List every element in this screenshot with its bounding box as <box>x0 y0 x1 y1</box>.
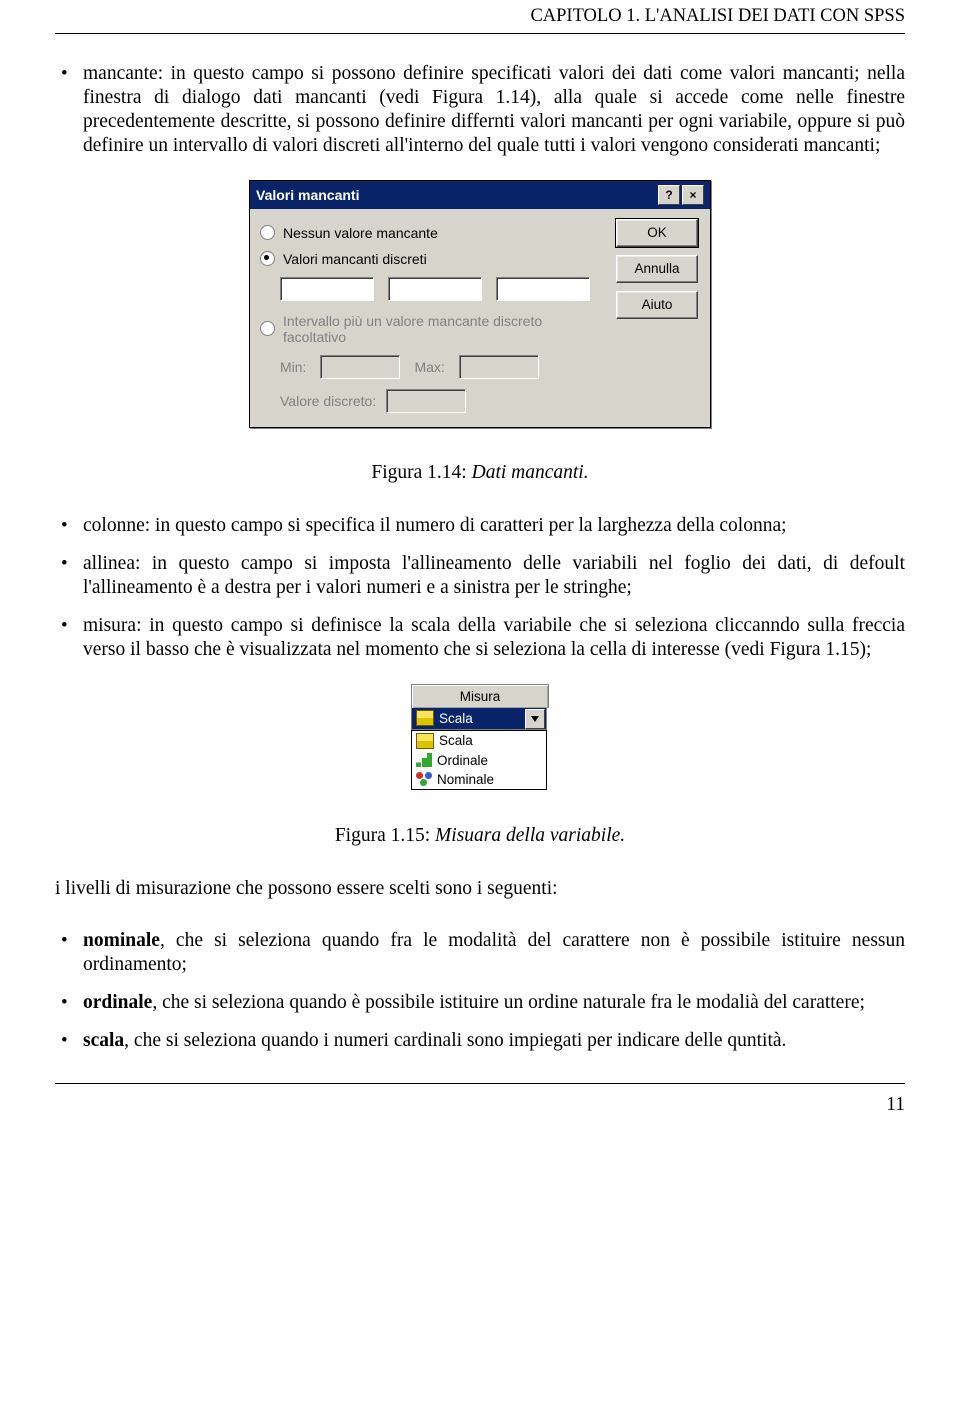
option-label: Nominale <box>437 772 494 787</box>
radio-icon <box>260 225 275 240</box>
option-nominale[interactable]: Nominale <box>412 770 546 789</box>
radio-no-missing[interactable]: Nessun valore mancante <box>260 225 600 241</box>
discrete-extra-input <box>386 389 466 413</box>
caption-prefix: Figura 1.14: <box>371 462 471 483</box>
cancel-button[interactable]: Annulla <box>616 255 698 283</box>
radio-label: Valori mancanti discreti <box>283 251 427 267</box>
term-rest: , che si seleziona quando fra le modalit… <box>83 930 905 975</box>
list-item: ordinale, che si seleziona quando è poss… <box>55 991 905 1015</box>
caption-text: Dati mancanti. <box>472 462 589 483</box>
ruler-icon <box>416 733 434 749</box>
dropdown-button[interactable] <box>525 709 545 729</box>
term-rest: , che si seleziona quando i numeri cardi… <box>124 1030 786 1051</box>
list-item: nominale, che si seleziona quando fra le… <box>55 929 905 977</box>
max-label: Max: <box>414 359 444 375</box>
close-icon[interactable]: × <box>682 185 704 205</box>
ruler-icon <box>416 710 434 726</box>
radio-icon <box>260 251 275 266</box>
discrete-value-2-input[interactable] <box>388 277 482 301</box>
term-rest: , che si seleziona quando è possibile is… <box>152 992 865 1013</box>
page-number: 11 <box>55 1084 905 1116</box>
caption-prefix: Figura 1.15: <box>335 825 435 846</box>
option-scala[interactable]: Scala <box>412 731 546 751</box>
radio-label: Nessun valore mancante <box>283 225 438 241</box>
figure-missing-values-dialog: Valori mancanti ? × Nessun valore mancan… <box>55 180 905 428</box>
paragraph-levels-intro: i livelli di misurazione che possono ess… <box>55 877 905 901</box>
list-item: mancante: in questo campo si possono def… <box>55 62 905 158</box>
help-icon[interactable]: ? <box>658 185 680 205</box>
option-label: Scala <box>439 733 473 748</box>
term-ordinale: ordinale <box>83 992 152 1013</box>
categories-icon <box>416 772 432 786</box>
caption-text: Misuara della variabile. <box>435 825 625 846</box>
ok-button[interactable]: OK <box>616 219 698 247</box>
selected-value: Scala <box>439 711 473 726</box>
dialog-title: Valori mancanti <box>256 187 359 203</box>
measure-cell-selected[interactable]: Scala <box>411 708 547 730</box>
measure-dropdown-list: Scala Ordinale Nominale <box>411 730 547 790</box>
list-item: allinea: in questo campo si imposta l'al… <box>55 552 905 600</box>
radio-range-missing[interactable]: Intervallo più un valore mancante discre… <box>260 313 600 345</box>
radio-icon <box>260 321 275 336</box>
option-label: Ordinale <box>437 753 488 768</box>
list-item: colonne: in questo campo si specifica il… <box>55 514 905 538</box>
bars-ascending-icon <box>416 753 432 767</box>
radio-label: Intervallo più un valore mancante discre… <box>283 313 600 345</box>
discrete-value-label: Valore discreto: <box>280 393 376 409</box>
figure-caption: Figura 1.14: Dati mancanti. <box>55 462 905 484</box>
column-header-measure[interactable]: Misura <box>411 684 549 708</box>
discrete-value-3-input[interactable] <box>496 277 590 301</box>
help-button[interactable]: Aiuto <box>616 291 698 319</box>
list-item: scala, che si seleziona quando i numeri … <box>55 1029 905 1053</box>
figure-caption: Figura 1.15: Misuara della variabile. <box>55 825 905 847</box>
option-ordinale[interactable]: Ordinale <box>412 751 546 770</box>
chevron-down-icon <box>531 716 539 722</box>
term-scala: scala <box>83 1030 124 1051</box>
list-item: misura: in questo campo si definisce la … <box>55 614 905 662</box>
figure-measure-dropdown: Misura Scala Scala Ordinale <box>55 684 905 792</box>
max-input <box>459 355 539 379</box>
dialog-titlebar[interactable]: Valori mancanti ? × <box>250 181 710 209</box>
min-label: Min: <box>280 359 306 375</box>
running-header: CAPITOLO 1. L'ANALISI DEI DATI CON SPSS <box>55 0 905 34</box>
radio-discrete-missing[interactable]: Valori mancanti discreti <box>260 251 600 267</box>
discrete-value-1-input[interactable] <box>280 277 374 301</box>
min-input <box>320 355 400 379</box>
term-nominale: nominale <box>83 930 160 951</box>
